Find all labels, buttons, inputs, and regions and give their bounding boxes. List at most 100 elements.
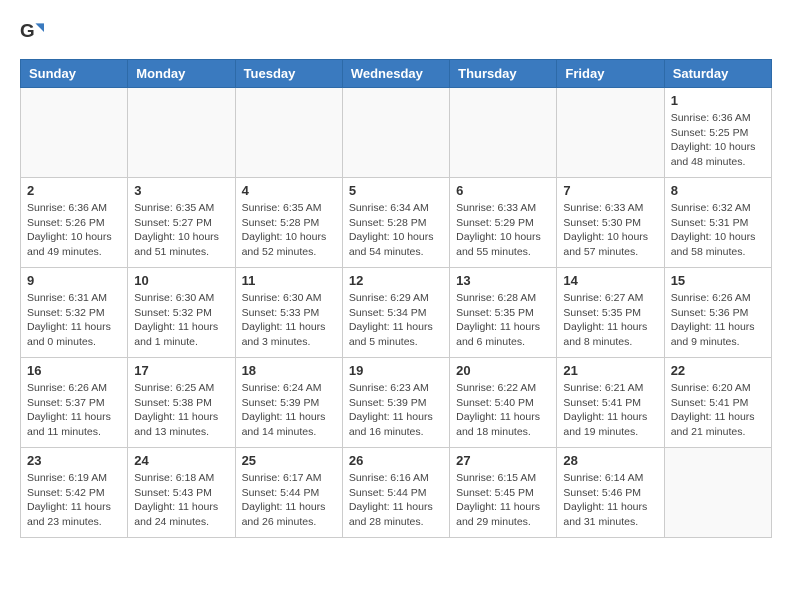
day-number: 19 bbox=[349, 363, 443, 378]
day-info: Sunrise: 6:35 AM Sunset: 5:27 PM Dayligh… bbox=[134, 201, 228, 260]
day-info: Sunrise: 6:20 AM Sunset: 5:41 PM Dayligh… bbox=[671, 381, 765, 440]
weekday-header-saturday: Saturday bbox=[664, 60, 771, 88]
day-number: 27 bbox=[456, 453, 550, 468]
day-info: Sunrise: 6:24 AM Sunset: 5:39 PM Dayligh… bbox=[242, 381, 336, 440]
day-number: 21 bbox=[563, 363, 657, 378]
day-number: 18 bbox=[242, 363, 336, 378]
day-info: Sunrise: 6:33 AM Sunset: 5:30 PM Dayligh… bbox=[563, 201, 657, 260]
day-number: 10 bbox=[134, 273, 228, 288]
calendar-cell: 11Sunrise: 6:30 AM Sunset: 5:33 PM Dayli… bbox=[235, 268, 342, 358]
day-number: 15 bbox=[671, 273, 765, 288]
calendar-cell bbox=[342, 88, 449, 178]
weekday-header-friday: Friday bbox=[557, 60, 664, 88]
calendar-cell: 5 Sunrise: 6:34 AM Sunset: 5:28 PM Daylig… bbox=[342, 178, 449, 268]
calendar-week-row-5: 23 Sunrise: 6:19 AM Sunset: 5:42 PM Dayli… bbox=[21, 448, 772, 538]
calendar-cell: 19 Sunrise: 6:23 AM Sunset: 5:39 PM Dayli… bbox=[342, 358, 449, 448]
day-info: Sunrise: 6:34 AM Sunset: 5:28 PM Dayligh… bbox=[349, 201, 443, 260]
day-info: Sunrise: 6:18 AM Sunset: 5:43 PM Dayligh… bbox=[134, 471, 228, 530]
calendar-week-row-4: 16 Sunrise: 6:26 AM Sunset: 5:37 PM Dayli… bbox=[21, 358, 772, 448]
day-number: 14 bbox=[563, 273, 657, 288]
calendar-cell: 27 Sunrise: 6:15 AM Sunset: 5:45 PM Dayli… bbox=[450, 448, 557, 538]
weekday-header-row: SundayMondayTuesdayWednesdayThursdayFrid… bbox=[21, 60, 772, 88]
logo: G bbox=[20, 20, 48, 49]
day-number: 28 bbox=[563, 453, 657, 468]
calendar-cell: 25 Sunrise: 6:17 AM Sunset: 5:44 PM Dayli… bbox=[235, 448, 342, 538]
weekday-header-wednesday: Wednesday bbox=[342, 60, 449, 88]
calendar-cell: 8 Sunrise: 6:32 AM Sunset: 5:31 PM Daylig… bbox=[664, 178, 771, 268]
day-number: 2 bbox=[27, 183, 121, 198]
calendar-cell: 12 Sunrise: 6:29 AM Sunset: 5:34 PM Dayli… bbox=[342, 268, 449, 358]
svg-text:G: G bbox=[20, 20, 35, 41]
day-number: 12 bbox=[349, 273, 443, 288]
day-number: 3 bbox=[134, 183, 228, 198]
day-info: Sunrise: 6:31 AM Sunset: 5:32 PM Dayligh… bbox=[27, 291, 121, 350]
day-info: Sunrise: 6:27 AM Sunset: 5:35 PM Dayligh… bbox=[563, 291, 657, 350]
day-number: 6 bbox=[456, 183, 550, 198]
calendar-cell: 17 Sunrise: 6:25 AM Sunset: 5:38 PM Dayli… bbox=[128, 358, 235, 448]
day-info: Sunrise: 6:30 AM Sunset: 5:32 PM Dayligh… bbox=[134, 291, 228, 350]
calendar-cell: 6 Sunrise: 6:33 AM Sunset: 5:29 PM Daylig… bbox=[450, 178, 557, 268]
day-info: Sunrise: 6:23 AM Sunset: 5:39 PM Dayligh… bbox=[349, 381, 443, 440]
calendar-cell bbox=[128, 88, 235, 178]
day-number: 8 bbox=[671, 183, 765, 198]
day-info: Sunrise: 6:32 AM Sunset: 5:31 PM Dayligh… bbox=[671, 201, 765, 260]
day-number: 16 bbox=[27, 363, 121, 378]
day-number: 20 bbox=[456, 363, 550, 378]
calendar-cell: 2 Sunrise: 6:36 AM Sunset: 5:26 PM Daylig… bbox=[21, 178, 128, 268]
day-info: Sunrise: 6:36 AM Sunset: 5:26 PM Dayligh… bbox=[27, 201, 121, 260]
day-info: Sunrise: 6:36 AM Sunset: 5:25 PM Dayligh… bbox=[671, 111, 765, 170]
calendar-cell bbox=[557, 88, 664, 178]
calendar-cell: 7 Sunrise: 6:33 AM Sunset: 5:30 PM Daylig… bbox=[557, 178, 664, 268]
calendar-cell bbox=[21, 88, 128, 178]
day-info: Sunrise: 6:26 AM Sunset: 5:37 PM Dayligh… bbox=[27, 381, 121, 440]
calendar-cell: 14 Sunrise: 6:27 AM Sunset: 5:35 PM Dayli… bbox=[557, 268, 664, 358]
weekday-header-sunday: Sunday bbox=[21, 60, 128, 88]
day-info: Sunrise: 6:14 AM Sunset: 5:46 PM Dayligh… bbox=[563, 471, 657, 530]
calendar-week-row-3: 9 Sunrise: 6:31 AM Sunset: 5:32 PM Daylig… bbox=[21, 268, 772, 358]
calendar-cell: 9 Sunrise: 6:31 AM Sunset: 5:32 PM Daylig… bbox=[21, 268, 128, 358]
calendar-cell: 20 Sunrise: 6:22 AM Sunset: 5:40 PM Dayli… bbox=[450, 358, 557, 448]
calendar-cell bbox=[664, 448, 771, 538]
calendar-cell bbox=[450, 88, 557, 178]
day-number: 17 bbox=[134, 363, 228, 378]
day-info: Sunrise: 6:15 AM Sunset: 5:45 PM Dayligh… bbox=[456, 471, 550, 530]
day-info: Sunrise: 6:30 AM Sunset: 5:33 PM Dayligh… bbox=[242, 291, 336, 350]
day-number: 7 bbox=[563, 183, 657, 198]
calendar-cell bbox=[235, 88, 342, 178]
calendar-cell: 26 Sunrise: 6:16 AM Sunset: 5:44 PM Dayli… bbox=[342, 448, 449, 538]
day-info: Sunrise: 6:33 AM Sunset: 5:29 PM Dayligh… bbox=[456, 201, 550, 260]
day-info: Sunrise: 6:16 AM Sunset: 5:44 PM Dayligh… bbox=[349, 471, 443, 530]
logo-icon: G bbox=[20, 20, 44, 44]
calendar-cell: 16 Sunrise: 6:26 AM Sunset: 5:37 PM Dayli… bbox=[21, 358, 128, 448]
day-number: 25 bbox=[242, 453, 336, 468]
calendar-cell: 4Sunrise: 6:35 AM Sunset: 5:28 PM Daylig… bbox=[235, 178, 342, 268]
calendar-cell: 28 Sunrise: 6:14 AM Sunset: 5:46 PM Dayli… bbox=[557, 448, 664, 538]
calendar-cell: 13Sunrise: 6:28 AM Sunset: 5:35 PM Dayli… bbox=[450, 268, 557, 358]
day-info: Sunrise: 6:25 AM Sunset: 5:38 PM Dayligh… bbox=[134, 381, 228, 440]
day-info: Sunrise: 6:29 AM Sunset: 5:34 PM Dayligh… bbox=[349, 291, 443, 350]
day-number: 22 bbox=[671, 363, 765, 378]
day-info: Sunrise: 6:17 AM Sunset: 5:44 PM Dayligh… bbox=[242, 471, 336, 530]
day-info: Sunrise: 6:19 AM Sunset: 5:42 PM Dayligh… bbox=[27, 471, 121, 530]
day-number: 23 bbox=[27, 453, 121, 468]
calendar-cell: 23 Sunrise: 6:19 AM Sunset: 5:42 PM Dayli… bbox=[21, 448, 128, 538]
calendar-week-row-1: 1Sunrise: 6:36 AM Sunset: 5:25 PM Daylig… bbox=[21, 88, 772, 178]
day-info: Sunrise: 6:26 AM Sunset: 5:36 PM Dayligh… bbox=[671, 291, 765, 350]
day-info: Sunrise: 6:21 AM Sunset: 5:41 PM Dayligh… bbox=[563, 381, 657, 440]
calendar-cell: 18 Sunrise: 6:24 AM Sunset: 5:39 PM Dayli… bbox=[235, 358, 342, 448]
header: G bbox=[20, 20, 772, 49]
calendar-cell: 1Sunrise: 6:36 AM Sunset: 5:25 PM Daylig… bbox=[664, 88, 771, 178]
calendar-table: SundayMondayTuesdayWednesdayThursdayFrid… bbox=[20, 59, 772, 538]
calendar-cell: 24 Sunrise: 6:18 AM Sunset: 5:43 PM Dayli… bbox=[128, 448, 235, 538]
weekday-header-monday: Monday bbox=[128, 60, 235, 88]
day-info: Sunrise: 6:22 AM Sunset: 5:40 PM Dayligh… bbox=[456, 381, 550, 440]
day-number: 24 bbox=[134, 453, 228, 468]
calendar-cell: 10 Sunrise: 6:30 AM Sunset: 5:32 PM Dayli… bbox=[128, 268, 235, 358]
calendar-cell: 3 Sunrise: 6:35 AM Sunset: 5:27 PM Daylig… bbox=[128, 178, 235, 268]
day-number: 5 bbox=[349, 183, 443, 198]
weekday-header-tuesday: Tuesday bbox=[235, 60, 342, 88]
day-number: 13 bbox=[456, 273, 550, 288]
day-number: 9 bbox=[27, 273, 121, 288]
day-number: 26 bbox=[349, 453, 443, 468]
calendar-cell: 22 Sunrise: 6:20 AM Sunset: 5:41 PM Dayli… bbox=[664, 358, 771, 448]
